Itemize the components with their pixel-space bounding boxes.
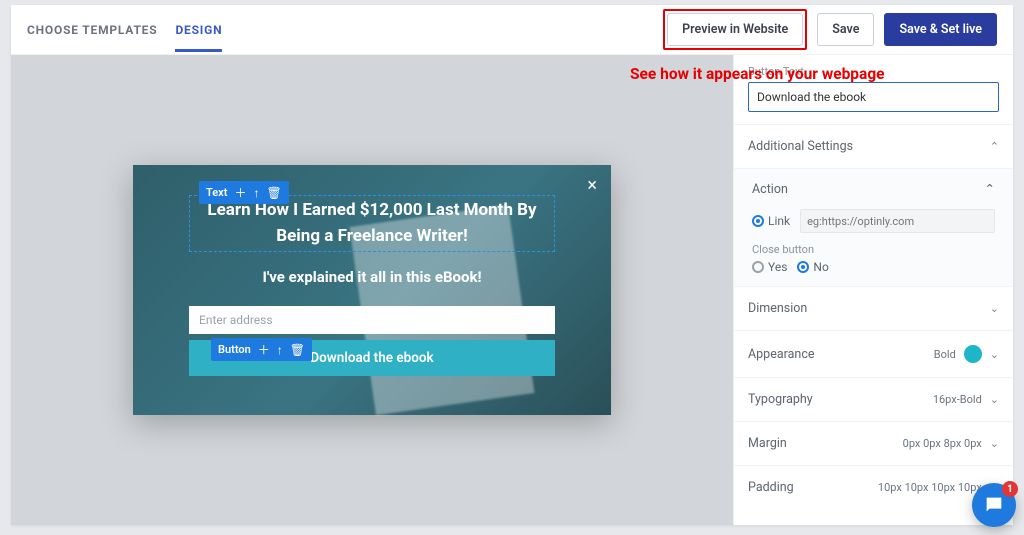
section-title: Dimension <box>748 301 807 316</box>
element-toolbar-text[interactable]: Text ＋ ↑ 🗑 <box>199 181 289 204</box>
radio-close-yes[interactable]: Yes <box>752 260 787 274</box>
close-button-label: Close button <box>752 243 995 256</box>
toolbar-label: Button <box>218 343 251 356</box>
link-url-input[interactable] <box>800 209 995 233</box>
plus-icon[interactable]: ＋ <box>234 184 246 201</box>
chevron-down-icon: ⌄ <box>990 393 999 406</box>
section-typography[interactable]: Typography 16px-Bold⌄ <box>734 377 1013 421</box>
chevron-up-icon: ⌃ <box>985 181 995 197</box>
button-text-input[interactable] <box>748 82 999 112</box>
editor-canvas[interactable]: × Text ＋ ↑ 🗑 Learn How I Earned $12,000 … <box>11 55 733 525</box>
section-title: Additional Settings <box>748 139 853 154</box>
tab-choose-templates[interactable]: CHOOSE TEMPLATES <box>27 7 157 52</box>
annotation-text: See how it appears on your webpage <box>630 65 885 83</box>
section-additional-settings[interactable]: Additional Settings ⌃ <box>734 124 1013 168</box>
preview-highlight: Preview in Website <box>663 9 807 50</box>
chevron-up-icon: ⌃ <box>990 140 999 153</box>
save-set-live-button[interactable]: Save & Set live <box>884 13 997 46</box>
popup-subline[interactable]: I've explained it all in this eBook! <box>189 268 555 286</box>
save-button[interactable]: Save <box>817 13 874 46</box>
settings-panel: Button Text Additional Settings ⌃ Action… <box>733 55 1013 525</box>
section-title: Margin <box>748 436 787 451</box>
section-margin[interactable]: Margin 0px 0px 8px 0px⌄ <box>734 421 1013 465</box>
section-dimension[interactable]: Dimension ⌄ <box>734 286 1013 330</box>
trash-icon[interactable]: 🗑 <box>266 186 281 200</box>
chat-widget[interactable]: 1 <box>972 483 1016 527</box>
close-icon[interactable]: × <box>587 175 597 196</box>
chevron-down-icon: ⌄ <box>990 437 999 450</box>
preview-button[interactable]: Preview in Website <box>667 13 803 46</box>
section-title: Padding <box>748 480 794 495</box>
plus-icon[interactable]: ＋ <box>258 341 270 358</box>
element-toolbar-button[interactable]: Button ＋ ↑ 🗑 <box>211 338 312 361</box>
chat-icon <box>983 494 1005 516</box>
arrow-up-icon[interactable]: ↑ <box>253 186 259 200</box>
section-appearance[interactable]: Appearance Bold⌄ <box>734 330 1013 377</box>
popup-preview[interactable]: × Text ＋ ↑ 🗑 Learn How I Earned $12,000 … <box>133 165 611 415</box>
radio-close-no[interactable]: No <box>797 260 828 274</box>
email-input[interactable] <box>189 306 555 334</box>
chevron-down-icon: ⌄ <box>990 348 999 361</box>
action-title: Action <box>752 182 788 197</box>
tab-design[interactable]: DESIGN <box>175 7 222 52</box>
section-title: Appearance <box>748 347 815 362</box>
toolbar-label: Text <box>206 186 227 199</box>
trash-icon[interactable]: 🗑 <box>290 343 305 357</box>
chevron-down-icon: ⌄ <box>990 302 999 315</box>
arrow-up-icon[interactable]: ↑ <box>277 343 283 357</box>
color-chip[interactable] <box>964 345 982 363</box>
chat-badge: 1 <box>1002 481 1018 497</box>
section-title: Typography <box>748 392 813 407</box>
radio-link[interactable]: Link <box>752 214 790 228</box>
